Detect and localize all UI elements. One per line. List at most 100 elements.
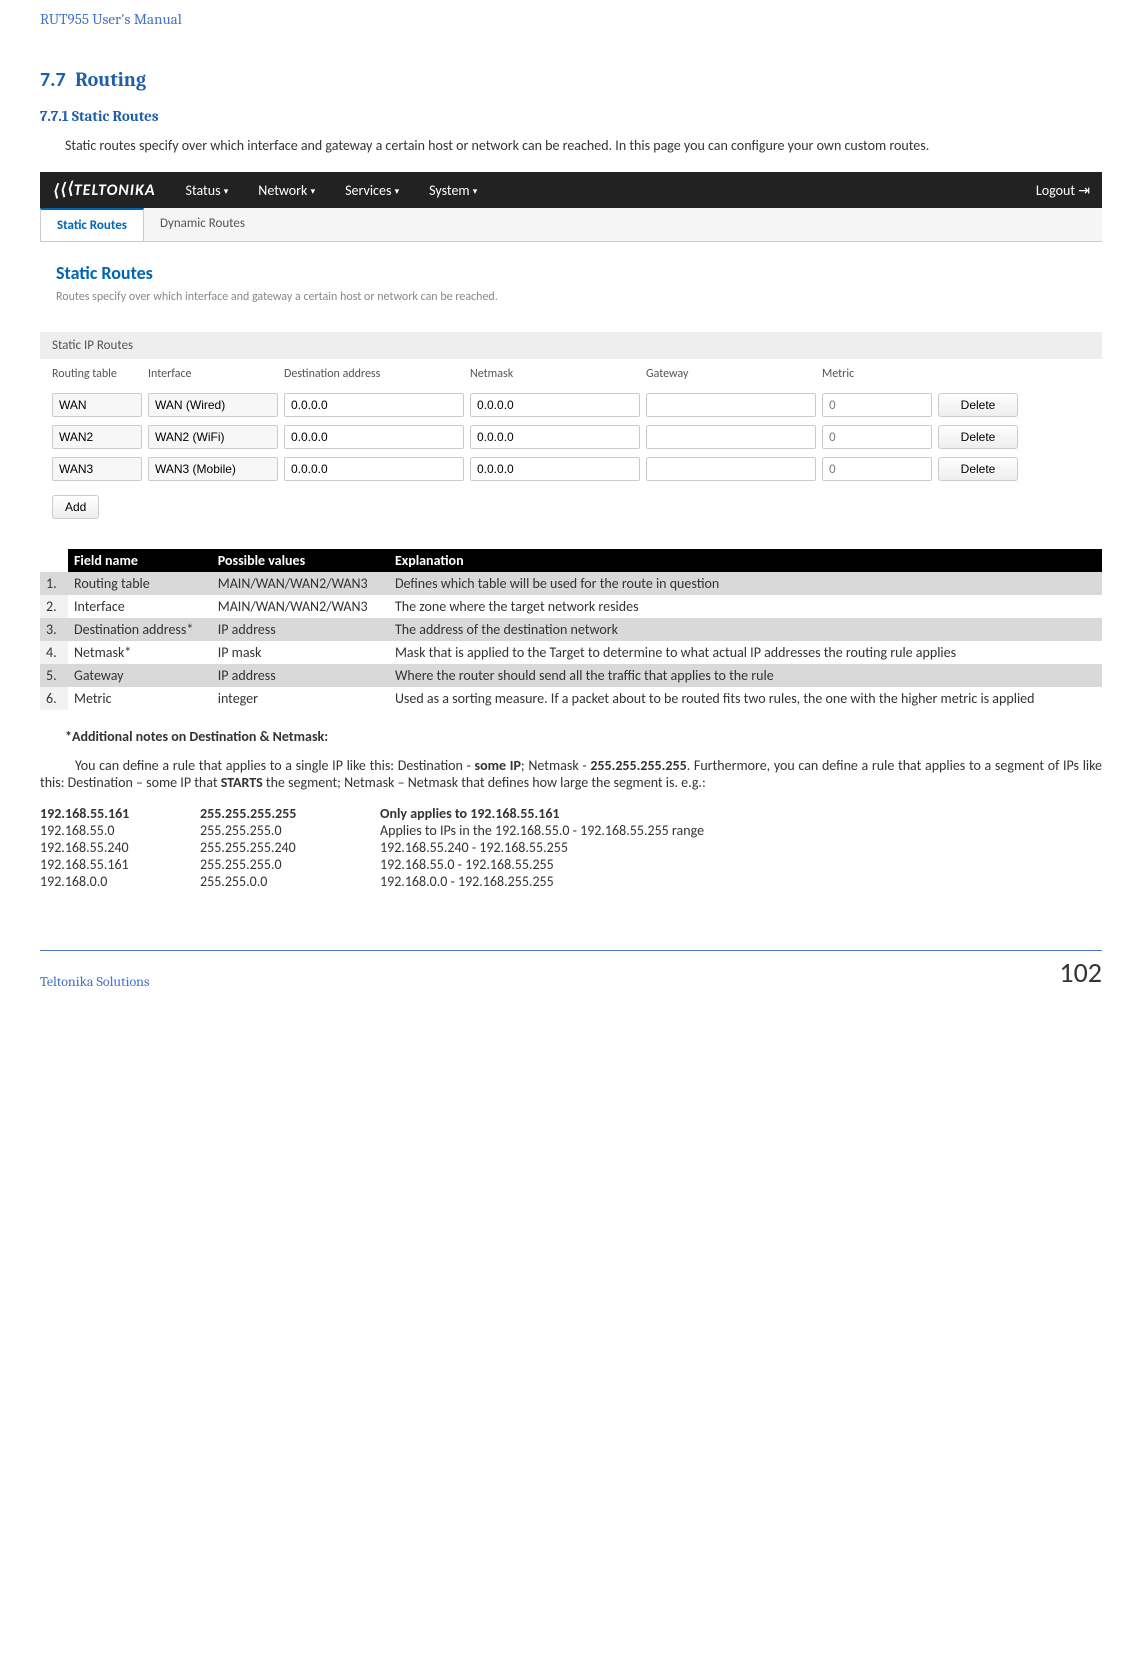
col-gateway: Gateway — [646, 367, 816, 381]
field-num: 1. — [40, 572, 68, 595]
panel-title: Static Routes — [56, 262, 1086, 284]
netmask-input[interactable] — [470, 393, 640, 417]
router-ui-screenshot: ⟨⟨⟨TELTONIKA Status ▾ Network ▾ Services… — [40, 172, 1102, 529]
field-description-table: Field name Possible values Explanation 1… — [40, 549, 1102, 710]
gateway-input[interactable] — [646, 425, 816, 449]
subsection-title: Static Routes — [72, 107, 159, 125]
netmask-input[interactable] — [470, 425, 640, 449]
brand-logo: ⟨⟨⟨TELTONIKA — [52, 180, 156, 200]
example-ip: 192.168.55.161 — [40, 805, 190, 822]
interface-select[interactable]: WAN2 (WiFi) — [148, 425, 278, 449]
field-values: IP address — [212, 618, 389, 641]
destination-input[interactable] — [284, 457, 464, 481]
subsection-heading: 7.7.1 Static Routes — [40, 107, 1102, 125]
field-num: 5. — [40, 664, 68, 687]
nav-status[interactable]: Status ▾ — [186, 182, 229, 199]
field-values: MAIN/WAN/WAN2/WAN3 — [212, 595, 389, 618]
route-row: WAN3WAN3 (Mobile) Delete — [40, 453, 1102, 485]
field-name: Interface — [68, 595, 212, 618]
routing-table-select[interactable]: WAN3 — [52, 457, 142, 481]
col-routing-table: Routing table — [52, 367, 142, 381]
example-mask: 255.255.255.240 — [200, 839, 370, 856]
add-button[interactable]: Add — [52, 495, 99, 519]
routing-table-select[interactable]: WAN — [52, 393, 142, 417]
logout-link[interactable]: Logout ⇥ — [1036, 182, 1090, 199]
field-values: IP mask — [212, 641, 389, 664]
section-number: 7.7 — [40, 68, 66, 92]
example-ip: 192.168.55.161 — [40, 856, 190, 873]
panel-description: Routes specify over which interface and … — [56, 290, 1086, 304]
field-row: 6.MetricintegerUsed as a sorting measure… — [40, 687, 1102, 710]
th-field-name: Field name — [68, 549, 212, 572]
field-row: 1.Routing tableMAIN/WAN/WAN2/WAN3Defines… — [40, 572, 1102, 595]
example-desc: 192.168.0.0 - 192.168.255.255 — [380, 873, 1102, 890]
field-num: 4. — [40, 641, 68, 664]
col-interface: Interface — [148, 367, 278, 381]
route-table-header: Routing table Interface Destination addr… — [40, 359, 1102, 389]
metric-input[interactable] — [822, 425, 932, 449]
example-desc: 192.168.55.0 - 192.168.55.255 — [380, 856, 1102, 873]
field-num: 3. — [40, 618, 68, 641]
netmask-input[interactable] — [470, 457, 640, 481]
tab-bar: Static Routes Dynamic Routes — [40, 208, 1102, 242]
nav-services[interactable]: Services ▾ — [345, 182, 399, 199]
destination-input[interactable] — [284, 425, 464, 449]
subsection-number: 7.7.1 — [40, 107, 69, 125]
tab-static-routes[interactable]: Static Routes — [40, 208, 144, 241]
route-row: WANWAN (Wired) Delete — [40, 389, 1102, 421]
gateway-input[interactable] — [646, 457, 816, 481]
nav-system[interactable]: System ▾ — [429, 182, 477, 199]
example-ip: 192.168.55.0 — [40, 822, 190, 839]
notes-body: You can define a rule that applies to a … — [40, 757, 1102, 791]
section-title: Routing — [75, 68, 146, 91]
route-row: WAN2WAN2 (WiFi) Delete — [40, 421, 1102, 453]
field-name: Routing table — [68, 572, 212, 595]
metric-input[interactable] — [822, 457, 932, 481]
interface-select[interactable]: WAN3 (Mobile) — [148, 457, 278, 481]
example-ip: 192.168.0.0 — [40, 873, 190, 890]
routing-table-select[interactable]: WAN2 — [52, 425, 142, 449]
field-explanation: The address of the destination network — [389, 618, 1102, 641]
field-explanation: The zone where the target network reside… — [389, 595, 1102, 618]
field-explanation: Where the router should send all the tra… — [389, 664, 1102, 687]
intro-paragraph: Static routes specify over which interfa… — [40, 137, 1102, 154]
th-blank — [40, 549, 68, 572]
examples-grid: 192.168.55.161255.255.255.255Only applie… — [40, 805, 1102, 890]
field-row: 3.Destination address*IP addressThe addr… — [40, 618, 1102, 641]
footer-left: Teltonika Solutions — [40, 973, 149, 990]
delete-button[interactable]: Delete — [938, 393, 1018, 417]
gateway-input[interactable] — [646, 393, 816, 417]
field-row: 2.InterfaceMAIN/WAN/WAN2/WAN3The zone wh… — [40, 595, 1102, 618]
delete-button[interactable]: Delete — [938, 457, 1018, 481]
th-explanation: Explanation — [389, 549, 1102, 572]
field-num: 6. — [40, 687, 68, 710]
field-name: Gateway — [68, 664, 212, 687]
col-netmask: Netmask — [470, 367, 640, 381]
metric-input[interactable] — [822, 393, 932, 417]
example-mask: 255.255.0.0 — [200, 873, 370, 890]
field-explanation: Mask that is applied to the Target to de… — [389, 641, 1102, 664]
field-name: Destination address* — [68, 618, 212, 641]
section-heading: 7.7 Routing — [40, 68, 1102, 92]
field-name: Netmask* — [68, 641, 212, 664]
example-ip: 192.168.55.240 — [40, 839, 190, 856]
col-metric: Metric — [822, 367, 932, 381]
nav-network[interactable]: Network ▾ — [258, 182, 315, 199]
example-mask: 255.255.255.0 — [200, 856, 370, 873]
field-row: 4.Netmask*IP maskMask that is applied to… — [40, 641, 1102, 664]
field-values: IP address — [212, 664, 389, 687]
th-possible-values: Possible values — [212, 549, 389, 572]
tab-dynamic-routes[interactable]: Dynamic Routes — [144, 208, 261, 241]
field-num: 2. — [40, 595, 68, 618]
field-values: integer — [212, 687, 389, 710]
doc-header: RUT955 User's Manual — [40, 10, 1102, 28]
example-mask: 255.255.255.255 — [200, 805, 370, 822]
destination-input[interactable] — [284, 393, 464, 417]
table-subhead: Static IP Routes — [40, 332, 1102, 359]
field-row: 5.GatewayIP addressWhere the router shou… — [40, 664, 1102, 687]
delete-button[interactable]: Delete — [938, 425, 1018, 449]
example-desc: Applies to IPs in the 192.168.55.0 - 192… — [380, 822, 1102, 839]
interface-select[interactable]: WAN (Wired) — [148, 393, 278, 417]
page-number: 102 — [1059, 955, 1102, 990]
example-desc: 192.168.55.240 - 192.168.55.255 — [380, 839, 1102, 856]
